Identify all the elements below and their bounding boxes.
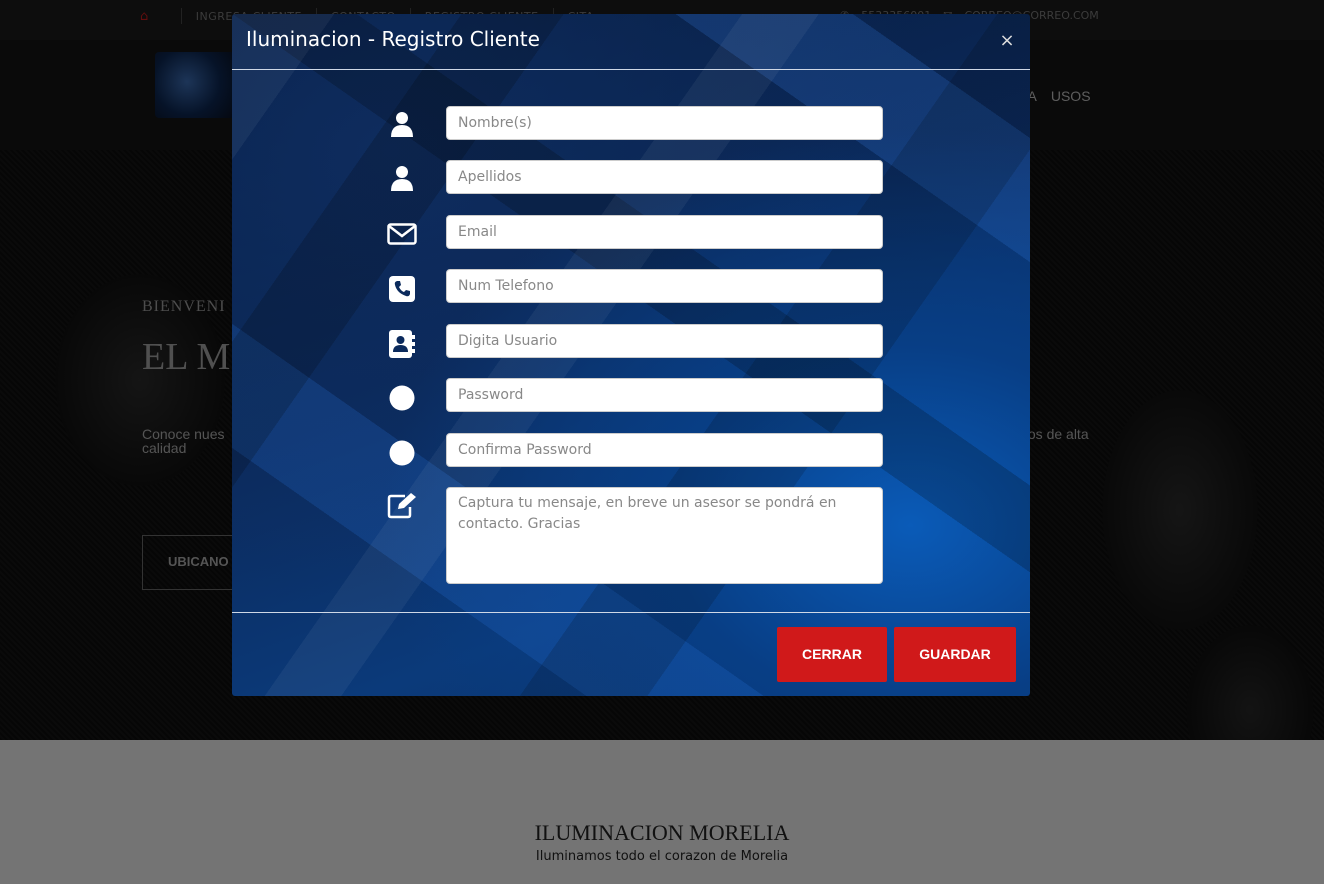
modal-footer: CERRAR GUARDAR xyxy=(232,612,1030,696)
registro-modal: Iluminacion - Registro Cliente × Nombre(… xyxy=(232,14,1030,696)
mensaje-textarea[interactable] xyxy=(446,487,883,584)
nombre-input[interactable] xyxy=(446,106,883,140)
user-icon xyxy=(387,163,417,193)
password-input[interactable] xyxy=(446,378,883,412)
cerrar-button[interactable]: CERRAR xyxy=(777,627,887,682)
user-icon xyxy=(387,109,417,139)
close-button[interactable]: × xyxy=(997,31,1017,51)
modal-header: Iluminacion - Registro Cliente × xyxy=(232,14,1030,70)
modal-title: Iluminacion - Registro Cliente xyxy=(246,27,540,51)
telefono-input[interactable] xyxy=(446,269,883,303)
guardar-button[interactable]: GUARDAR xyxy=(894,627,1016,682)
phone-square-icon xyxy=(387,274,417,304)
usuario-input[interactable] xyxy=(446,324,883,358)
address-book-icon xyxy=(387,329,417,359)
edit-icon xyxy=(387,491,417,521)
email-input[interactable] xyxy=(446,215,883,249)
apellidos-input[interactable] xyxy=(446,160,883,194)
confirm-password-input[interactable] xyxy=(446,433,883,467)
circle-icon xyxy=(387,383,417,413)
circle-icon xyxy=(387,438,417,468)
envelope-icon xyxy=(387,219,417,249)
